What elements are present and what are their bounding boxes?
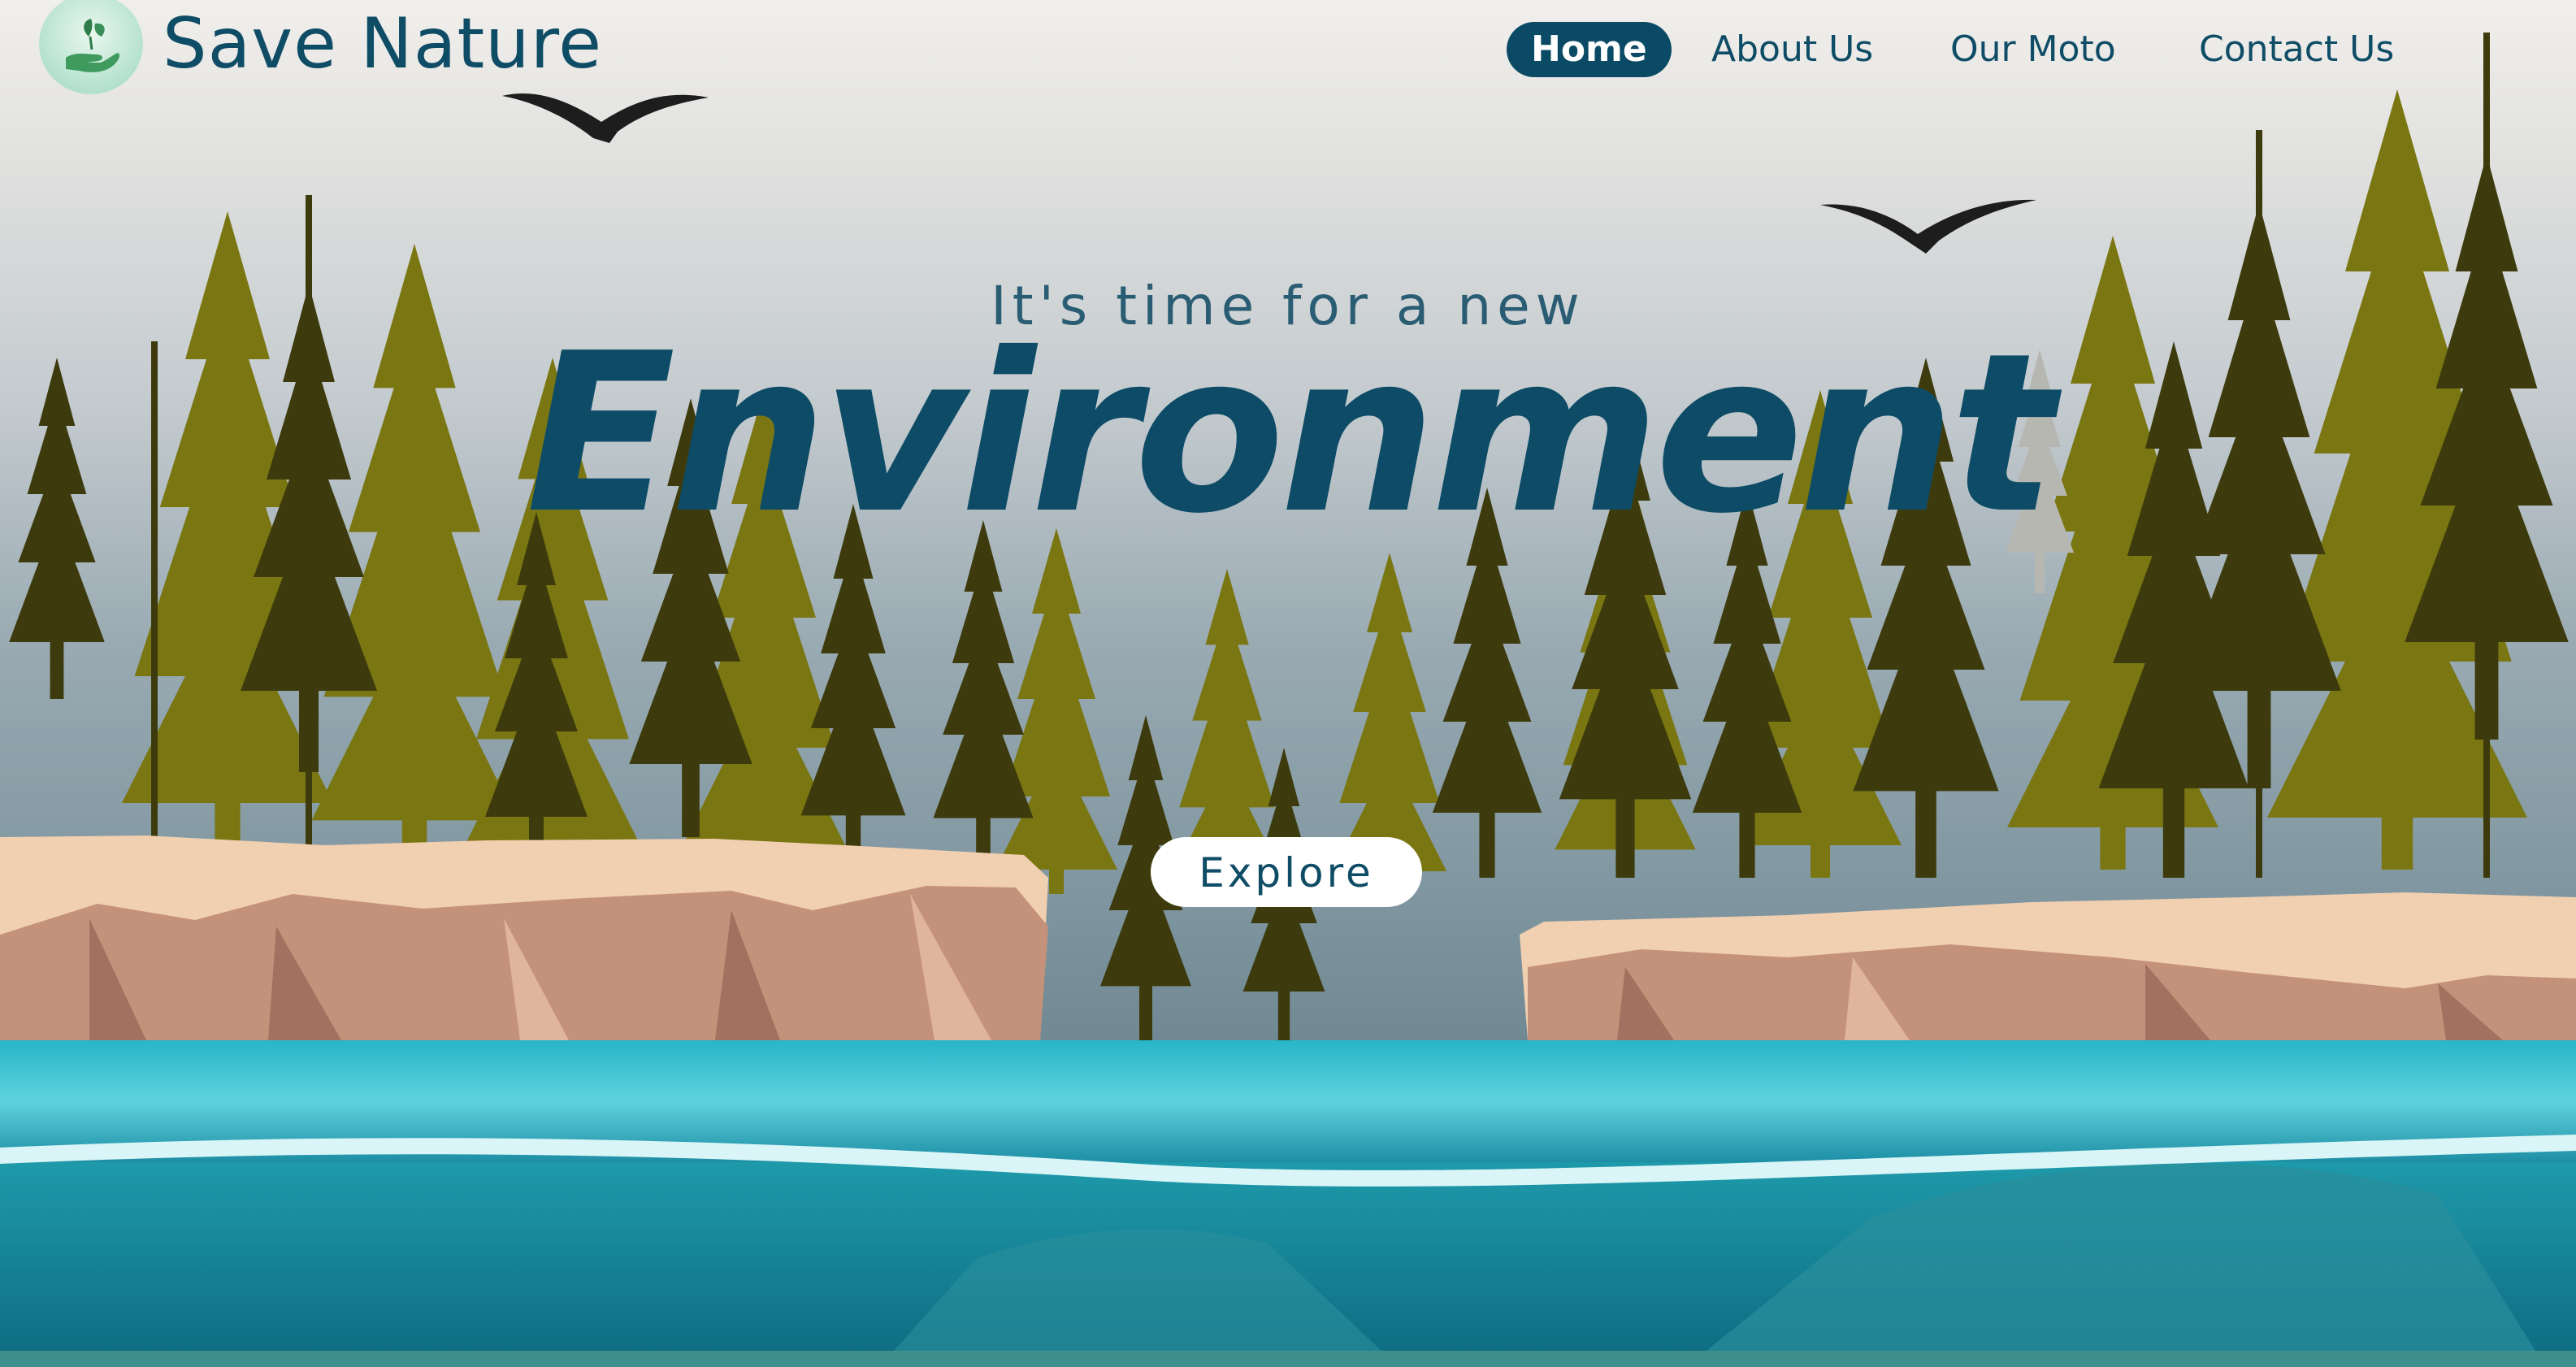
hero-scene	[0, 0, 2576, 1367]
nav-our-moto[interactable]: Our Moto	[1950, 22, 2116, 77]
footer-strip	[0, 1351, 2576, 1367]
nav-home[interactable]: Home	[1507, 22, 1672, 77]
bird-icon	[502, 93, 709, 143]
explore-button[interactable]: Explore	[1151, 837, 1422, 907]
main-nav: Home About Us Our Moto Contact Us	[0, 22, 2576, 79]
bird-icon	[1820, 199, 2036, 254]
nav-about-us[interactable]: About Us	[1711, 22, 1873, 77]
nav-contact-us[interactable]: Contact Us	[2199, 22, 2394, 77]
hero-headline: Environment	[526, 306, 2055, 562]
birds	[502, 93, 2036, 254]
